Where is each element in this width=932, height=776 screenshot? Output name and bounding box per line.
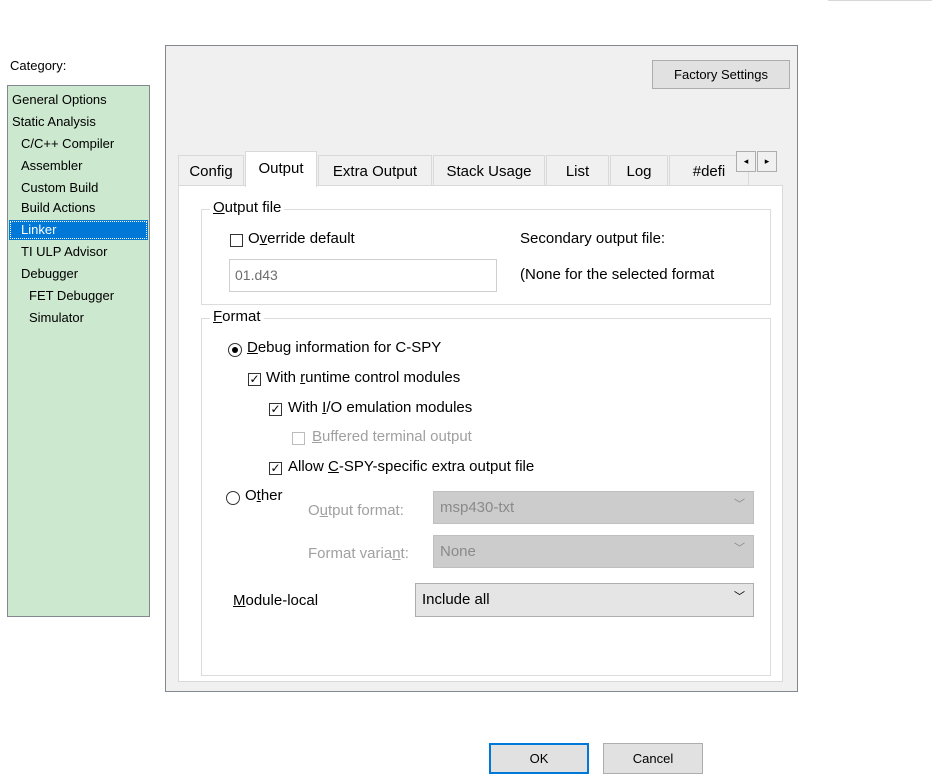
output-file-title-rest: utput file [224, 199, 282, 216]
allow-cspy-label[interactable]: Allow C-SPY-specific extra output file [288, 458, 534, 475]
override-default-checkbox[interactable] [230, 234, 243, 247]
tab-list[interactable]: List [546, 155, 609, 186]
tab-output[interactable]: Output [245, 151, 317, 187]
tab-stack-usage[interactable]: Stack Usage [433, 155, 545, 186]
io-emulation-label[interactable]: With I/O emulation modules [288, 399, 472, 416]
category-item-build-actions[interactable]: Build Actions [9, 198, 148, 218]
other-label[interactable]: Other [245, 487, 283, 504]
options-panel: Factory Settings Config Output Extra Out… [165, 45, 798, 692]
runtime-control-checkbox[interactable]: ✓ [248, 373, 261, 386]
tab-log[interactable]: Log [610, 155, 668, 186]
category-list[interactable]: General Options Static Analysis C/C++ Co… [7, 85, 150, 617]
buffered-terminal-checkbox[interactable] [292, 432, 305, 445]
category-item-assembler[interactable]: Assembler [9, 156, 148, 176]
category-item-custom-build[interactable]: Custom Build [9, 178, 148, 198]
chevron-down-icon: ﹀ [734, 541, 745, 554]
output-format-select[interactable]: msp430-txt ﹀ [433, 491, 754, 524]
output-file-group-title: Output file [210, 199, 285, 216]
triangle-right-icon[interactable]: ▸ [757, 151, 777, 172]
category-item-ti-ulp-advisor[interactable]: TI ULP Advisor [9, 242, 148, 262]
cancel-button[interactable]: Cancel [603, 743, 703, 774]
module-local-select[interactable]: Include all ﹀ [415, 583, 754, 617]
format-variant-select[interactable]: None ﹀ [433, 535, 754, 568]
secondary-output-label: Secondary output file: [520, 230, 666, 247]
override-default-label[interactable]: Override default [248, 230, 355, 247]
chevron-down-icon: ﹀ [734, 497, 745, 510]
debug-info-radio[interactable] [228, 343, 242, 357]
triangle-left-icon[interactable]: ◂ [736, 151, 756, 172]
category-item-debugger[interactable]: Debugger [9, 264, 148, 284]
format-variant-value: None [440, 543, 476, 560]
format-group: Format Debug information for C-SPY ✓ Wit… [201, 308, 771, 676]
io-emulation-checkbox[interactable]: ✓ [269, 403, 282, 416]
category-item-static-analysis[interactable]: Static Analysis [9, 112, 148, 132]
factory-settings-button[interactable]: Factory Settings [652, 60, 790, 89]
ok-button[interactable]: OK [489, 743, 589, 774]
module-local-label: Module-local [233, 592, 319, 609]
chevron-down-icon: ﹀ [734, 590, 745, 603]
format-variant-label: Format variant: [308, 545, 409, 562]
tab-config[interactable]: Config [178, 155, 244, 186]
radio-selected-dot [232, 347, 238, 353]
tab-extra-output[interactable]: Extra Output [318, 155, 432, 186]
debug-info-label[interactable]: Debug information for C-SPY [247, 339, 441, 356]
top-border-line [828, 0, 932, 1]
secondary-output-value: (None for the selected format [520, 266, 715, 283]
output-filename-input[interactable]: 01.d43 [229, 259, 497, 292]
module-local-value: Include all [422, 591, 490, 608]
category-item-cpp-compiler[interactable]: C/C++ Compiler [9, 134, 148, 154]
tab-strip: Config Output Extra Output Stack Usage L… [178, 151, 783, 187]
output-format-label: Output format: [308, 502, 404, 519]
category-item-fet-debugger[interactable]: FET Debugger [9, 286, 148, 306]
allow-cspy-checkbox[interactable]: ✓ [269, 462, 282, 475]
runtime-control-label[interactable]: With runtime control modules [266, 369, 460, 386]
category-item-general-options[interactable]: General Options [9, 90, 148, 110]
category-label: Category: [10, 58, 67, 73]
output-format-value: msp430-txt [440, 499, 515, 516]
category-item-linker[interactable]: Linker [9, 220, 148, 240]
category-item-simulator[interactable]: Simulator [9, 308, 148, 328]
other-radio[interactable] [226, 491, 240, 505]
tab-page-output: Output file Override default 01.d43 Seco… [178, 185, 783, 682]
format-group-title: Format [210, 308, 264, 325]
output-file-group: Output file Override default 01.d43 Seco… [201, 199, 771, 305]
buffered-terminal-label[interactable]: Buffered terminal output [312, 428, 472, 445]
